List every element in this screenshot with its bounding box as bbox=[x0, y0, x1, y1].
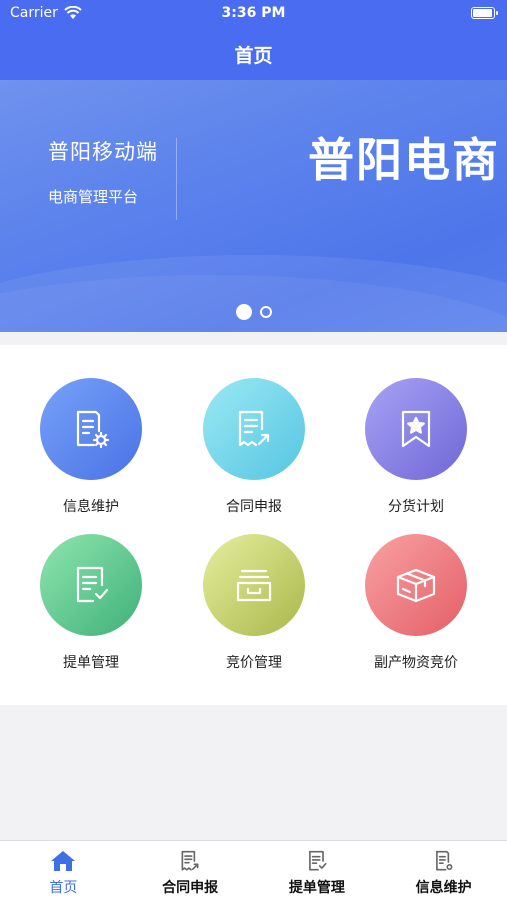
carousel-dot[interactable] bbox=[259, 306, 272, 318]
battery-icon bbox=[471, 7, 498, 19]
grid-item-contract-report[interactable]: 合同申报 bbox=[184, 378, 324, 528]
receipt-arrow-icon bbox=[181, 850, 199, 871]
status-time: 3:36 PM bbox=[221, 5, 286, 21]
carousel-dot-active[interactable] bbox=[235, 304, 252, 320]
banner-carousel[interactable]: 普阳移动端 电商管理平台 普阳电商 bbox=[0, 80, 507, 332]
grid-item-allocation-plan[interactable]: 分货计划 bbox=[346, 378, 486, 528]
document-check-icon bbox=[76, 566, 109, 603]
document-gear-icon bbox=[76, 410, 110, 449]
tab-label: 首页 bbox=[49, 880, 78, 896]
banner-caption: 电商管理平台 bbox=[48, 188, 139, 206]
grid-item-byproduct-bidding[interactable]: 副产物资竞价 bbox=[346, 534, 486, 684]
banner-divider bbox=[176, 138, 177, 220]
banner-subtitle: 普阳移动端 bbox=[48, 140, 158, 164]
document-check-icon bbox=[308, 850, 327, 871]
tab-home[interactable]: 首页 bbox=[0, 841, 127, 900]
grid-item-circle bbox=[365, 378, 467, 480]
inbox-tray-icon bbox=[236, 569, 272, 602]
grid-item-bidding-management[interactable]: 竞价管理 bbox=[184, 534, 324, 684]
status-bar: Carrier 3:36 PM bbox=[0, 0, 507, 28]
tab-label: 提单管理 bbox=[288, 880, 345, 896]
nav-bar: 首页 bbox=[0, 28, 507, 80]
grid-item-circle bbox=[40, 534, 142, 636]
grid-item-circle bbox=[365, 534, 467, 636]
receipt-arrow-icon bbox=[238, 410, 270, 447]
tab-bill-management[interactable]: 提单管理 bbox=[254, 841, 381, 900]
page-title: 首页 bbox=[234, 44, 273, 67]
carousel-dots[interactable] bbox=[0, 304, 507, 320]
banner-brand: 普阳电商 bbox=[308, 133, 500, 187]
tab-contract-report[interactable]: 合同申报 bbox=[127, 841, 254, 900]
grid-item-circle bbox=[203, 378, 305, 480]
grid-item-label: 分货计划 bbox=[388, 499, 444, 515]
grid-item-bill-management[interactable]: 提单管理 bbox=[21, 534, 161, 684]
document-gear-icon bbox=[435, 850, 453, 871]
tab-bar: 首页 合同申报 提单管理 信息维护 bbox=[0, 840, 507, 900]
package-box-icon bbox=[396, 568, 436, 603]
tab-label: 信息维护 bbox=[415, 880, 472, 896]
bookmark-star-icon bbox=[401, 410, 431, 448]
tab-label: 合同申报 bbox=[162, 880, 219, 896]
grid-item-label: 信息维护 bbox=[63, 499, 119, 515]
home-icon bbox=[51, 851, 76, 871]
grid-item-info-maintenance[interactable]: 信息维护 bbox=[21, 378, 161, 528]
tab-info-maintenance[interactable]: 信息维护 bbox=[380, 841, 507, 900]
grid-item-label: 竞价管理 bbox=[226, 655, 282, 671]
function-grid: 信息维护 合同申报 分货计划 提单管理 竞价管理 副产物资竞价 bbox=[0, 345, 507, 705]
grid-item-label: 副产物资竞价 bbox=[374, 655, 458, 671]
grid-item-circle bbox=[203, 534, 305, 636]
grid-item-label: 提单管理 bbox=[63, 655, 119, 671]
grid-item-circle bbox=[40, 378, 142, 480]
battery-fill bbox=[473, 9, 492, 17]
grid-item-label: 合同申报 bbox=[226, 499, 282, 515]
